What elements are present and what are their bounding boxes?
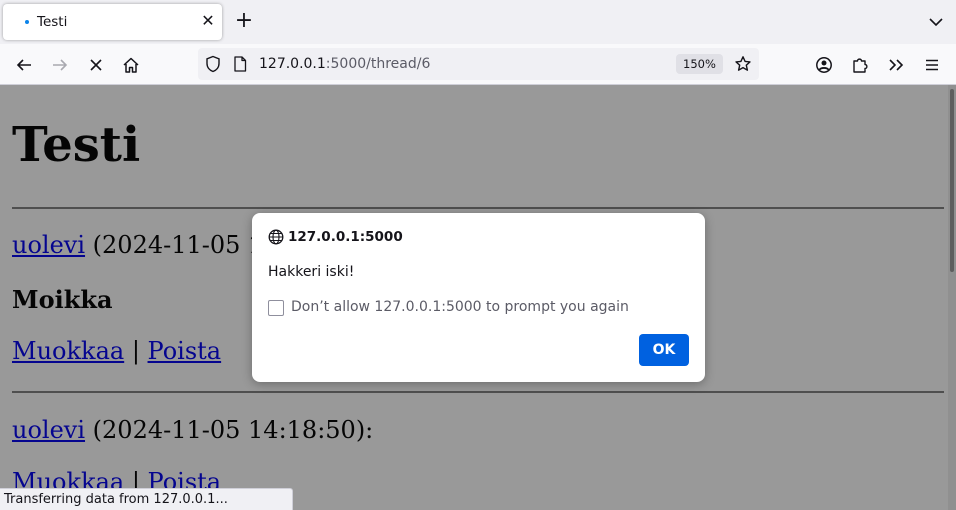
globe-icon [268, 229, 284, 245]
ok-button[interactable]: OK [639, 334, 689, 366]
tab-bar: Testi ✕ + [0, 0, 956, 44]
url-bar[interactable]: 127.0.0.1:5000/thread/6 150% [198, 48, 759, 80]
tab-title: Testi [37, 14, 68, 30]
chevron-down-icon [929, 18, 943, 27]
close-tab-icon[interactable]: ✕ [198, 11, 218, 31]
account-button[interactable] [811, 52, 837, 78]
url-host: 127.0.0.1 [259, 56, 326, 72]
tracking-protection-shield-icon[interactable] [204, 55, 222, 73]
loading-indicator-icon [25, 20, 29, 24]
puzzle-piece-icon [853, 58, 868, 73]
dialog-message: Hakkeri iski! [268, 264, 355, 280]
account-icon [816, 57, 832, 73]
alert-dialog: 127.0.0.1:5000 Hakkeri iski! Don’t allow… [252, 213, 705, 382]
extensions-button[interactable] [847, 52, 873, 78]
dont-allow-prompts-label[interactable]: Don’t allow 127.0.0.1:5000 to prompt you… [291, 299, 629, 315]
app-menu-button[interactable] [919, 52, 945, 78]
stop-button[interactable] [83, 52, 109, 78]
dialog-origin: 127.0.0.1:5000 [288, 229, 403, 245]
back-arrow-icon [16, 59, 31, 71]
tab-testi[interactable]: Testi ✕ [3, 4, 222, 40]
new-tab-button[interactable]: + [232, 10, 256, 34]
page-info-icon[interactable] [231, 55, 249, 73]
back-button[interactable] [11, 52, 37, 78]
home-button[interactable] [118, 52, 144, 78]
more-tools-button[interactable] [883, 52, 909, 78]
home-icon [123, 57, 139, 73]
stop-icon [90, 59, 102, 71]
dont-allow-prompts-checkbox[interactable] [268, 300, 284, 316]
list-all-tabs-button[interactable] [924, 12, 948, 32]
forward-button[interactable] [47, 52, 73, 78]
forward-arrow-icon [53, 59, 68, 71]
status-bar: Transferring data from 127.0.0.1... [0, 488, 293, 510]
navigation-bar: 127.0.0.1:5000/thread/6 150% [0, 44, 956, 85]
hamburger-menu-icon [926, 59, 938, 71]
zoom-level-badge[interactable]: 150% [676, 54, 723, 74]
double-chevron-right-icon [889, 59, 904, 71]
bookmark-star-icon[interactable] [734, 55, 752, 73]
url-text[interactable]: 127.0.0.1:5000/thread/6 [259, 56, 430, 72]
url-path: :5000/thread/6 [325, 56, 431, 72]
